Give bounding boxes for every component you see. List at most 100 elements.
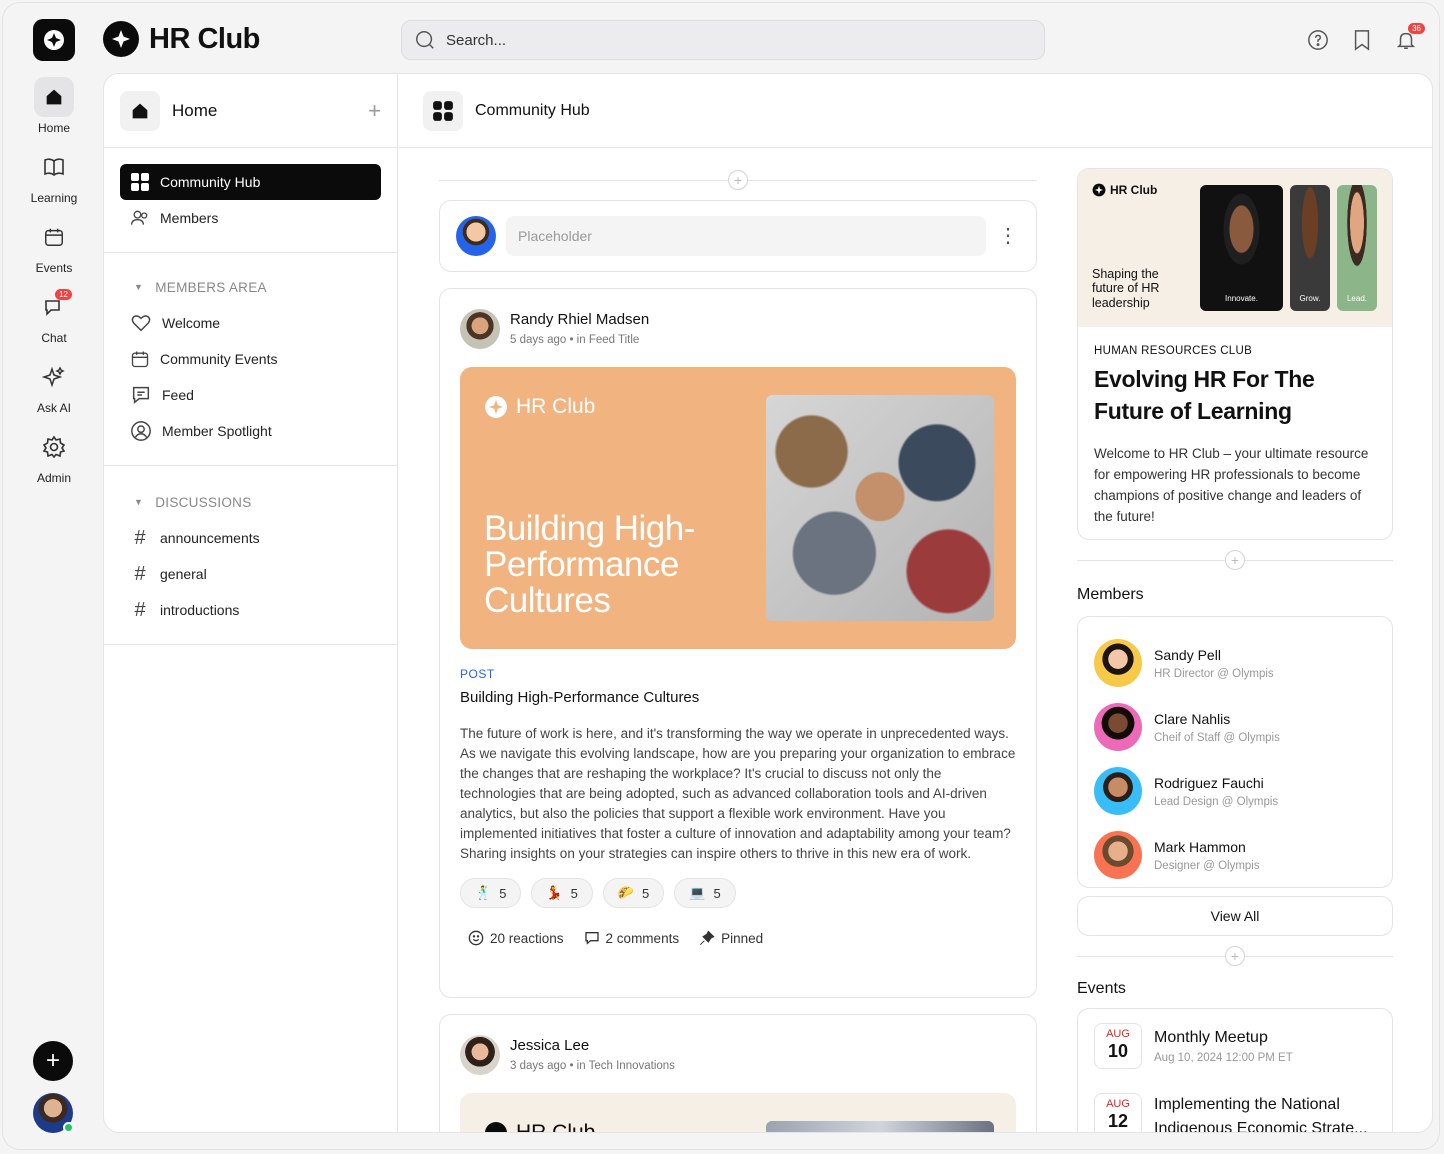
caret-down-icon: ▼: [134, 282, 144, 292]
app-logo[interactable]: [33, 19, 75, 61]
rail-item-events[interactable]: Events: [21, 217, 87, 275]
group-toggle-discussions[interactable]: ▼ DISCUSSIONS: [120, 484, 381, 520]
section-divider: +: [1077, 946, 1393, 966]
author-name[interactable]: Jessica Lee: [510, 1037, 675, 1054]
reaction-chip[interactable]: 💻 5: [674, 878, 736, 908]
pin-icon: [700, 930, 715, 946]
post-title[interactable]: Building High-Performance Cultures: [460, 689, 1016, 706]
reaction-emoji: 💻: [689, 885, 706, 900]
reactions-label: 20 reactions: [490, 930, 564, 946]
rail-item-chat[interactable]: 12 Chat: [21, 287, 87, 345]
avatar[interactable]: [460, 309, 500, 349]
group-title: MEMBERS AREA: [155, 279, 267, 295]
calendar-icon: [131, 351, 149, 368]
events-title: Events: [1077, 980, 1126, 997]
bookmark-icon[interactable]: [1349, 27, 1375, 53]
add-section-button[interactable]: +: [1225, 946, 1245, 966]
rail-item-admin[interactable]: Admin: [21, 427, 87, 485]
event-time: Aug 10, 2024 12:00 PM ET: [1154, 1052, 1293, 1064]
sidebar-item-announcements[interactable]: # announcements: [120, 520, 381, 556]
member-item[interactable]: Sandy Pell HR Director @ Olympis: [1094, 631, 1376, 695]
sidebar-item-general[interactable]: # general: [120, 556, 381, 592]
brand[interactable]: HR Club: [103, 21, 260, 57]
add-space-button[interactable]: +: [368, 98, 381, 124]
home-icon: [120, 90, 160, 131]
comments-button[interactable]: 2 comments: [584, 930, 679, 946]
event-title: Implementing the National Indigenous Eco…: [1154, 1096, 1368, 1133]
member-item[interactable]: Mark Hammon Designer @ Olympis: [1094, 823, 1376, 887]
member-role: Cheif of Staff @ Olympis: [1154, 731, 1280, 744]
add-section-button[interactable]: +: [1225, 550, 1245, 570]
reaction-count: 5: [499, 885, 507, 901]
member-item[interactable]: Rodriguez Fauchi Lead Design @ Olympis: [1094, 759, 1376, 823]
sidebar-header: Home +: [104, 74, 397, 148]
post-footer: 20 reactions 2 comments Pinned: [460, 930, 1016, 946]
rail-label: Learning: [30, 191, 78, 205]
sidebar-item-community-hub[interactable]: Community Hub: [120, 164, 381, 200]
events-list: AUG 10 Monthly Meetup Aug 10, 2024 12:00…: [1077, 1008, 1393, 1133]
add-section-button[interactable]: +: [728, 170, 748, 190]
sidebar-item-label: Feed: [162, 387, 194, 403]
member-name: Rodriguez Fauchi: [1154, 774, 1264, 791]
search-input[interactable]: [446, 31, 1006, 49]
create-button[interactable]: +: [33, 1041, 73, 1081]
promo-tile: Innovate.: [1200, 185, 1283, 311]
promo-kicker: HUMAN RESOURCES CLUB: [1094, 345, 1253, 357]
event-item[interactable]: AUG 10 Monthly Meetup Aug 10, 2024 12:00…: [1094, 1023, 1376, 1093]
hash-icon: #: [134, 598, 146, 621]
promo-image: HR Club Shaping the future of HR leaders…: [1078, 169, 1392, 327]
reaction-chip[interactable]: 🕺 5: [460, 878, 522, 908]
rail-item-home[interactable]: Home: [21, 77, 87, 135]
sidebar-item-members[interactable]: Members: [120, 200, 381, 236]
promo-body: HUMAN RESOURCES CLUB Evolving HR For The…: [1078, 327, 1392, 539]
event-day: 12: [1107, 1111, 1129, 1131]
rail-label: Chat: [41, 331, 67, 345]
composer-input[interactable]: [506, 216, 986, 256]
author-name[interactable]: Randy Rhiel Madsen: [510, 311, 649, 328]
help-icon[interactable]: [1305, 27, 1331, 53]
sidebar-item-community-events[interactable]: Community Events: [120, 341, 381, 377]
promo-tagline: Shaping the future of HR leadership: [1092, 267, 1160, 310]
avatar: [1094, 639, 1142, 687]
app-window: Home Learning Events 12 Chat Ask AI Admi…: [2, 2, 1440, 1150]
sidebar-members-area: ▼ MEMBERS AREA Welcome Community Events …: [104, 253, 397, 466]
sidebar-item-feed[interactable]: Feed: [120, 377, 381, 413]
view-all-members-button[interactable]: View All: [1077, 896, 1393, 936]
sidebar-discussions: ▼ DISCUSSIONS # announcements # general …: [104, 466, 397, 645]
smile-icon: [468, 930, 484, 946]
search-bar[interactable]: [401, 20, 1045, 60]
members-title: Members: [1077, 586, 1144, 603]
reactions-button[interactable]: 20 reactions: [468, 930, 564, 946]
logo-icon: [1092, 183, 1106, 197]
reaction-chip[interactable]: 🌮 5: [602, 878, 665, 908]
banner-photo: [766, 395, 994, 621]
group-title: DISCUSSIONS: [155, 494, 252, 510]
sidebar-item-welcome[interactable]: Welcome: [120, 305, 381, 341]
grid-icon: [131, 173, 149, 191]
group-toggle-members-area[interactable]: ▼ MEMBERS AREA: [120, 269, 381, 305]
section-divider: +: [439, 170, 1037, 190]
bell-icon[interactable]: 36: [1393, 23, 1425, 53]
banner-title: Building High-Performance Cultures: [484, 509, 695, 621]
rail-item-ask-ai[interactable]: Ask AI: [21, 357, 87, 415]
member-role: HR Director @ Olympis: [1154, 667, 1274, 680]
reaction-count: 5: [570, 885, 578, 901]
user-avatar[interactable]: [33, 1093, 74, 1133]
event-date: AUG 12: [1094, 1093, 1142, 1132]
hash-icon: #: [134, 562, 146, 585]
member-item[interactable]: Clare Nahlis Cheif of Staff @ Olympis: [1094, 695, 1376, 759]
avatar[interactable]: [460, 1035, 500, 1075]
user-circle-icon: [131, 421, 151, 441]
reaction-chip[interactable]: 💃 5: [531, 878, 593, 908]
promo-card[interactable]: HR Club Shaping the future of HR leaders…: [1077, 168, 1393, 540]
sidebar-item-label: announcements: [160, 530, 260, 546]
pinned-indicator[interactable]: Pinned: [699, 930, 763, 946]
more-options-icon[interactable]: ⋮: [996, 226, 1020, 246]
sidebar-item-member-spotlight[interactable]: Member Spotlight: [120, 413, 381, 449]
sidebar-item-introductions[interactable]: # introductions: [120, 592, 381, 628]
event-item[interactable]: AUG 12 Implementing the National Indigen…: [1094, 1093, 1376, 1133]
event-date: AUG 10: [1094, 1023, 1142, 1069]
rail-item-learning[interactable]: Learning: [21, 147, 87, 205]
content-area: Community Hub + ⋮ Randy Rhiel Madsen 5 d…: [399, 74, 1432, 1132]
main-panel: Home + Community Hub Members ▼ MEMBERS A…: [103, 73, 1433, 1133]
